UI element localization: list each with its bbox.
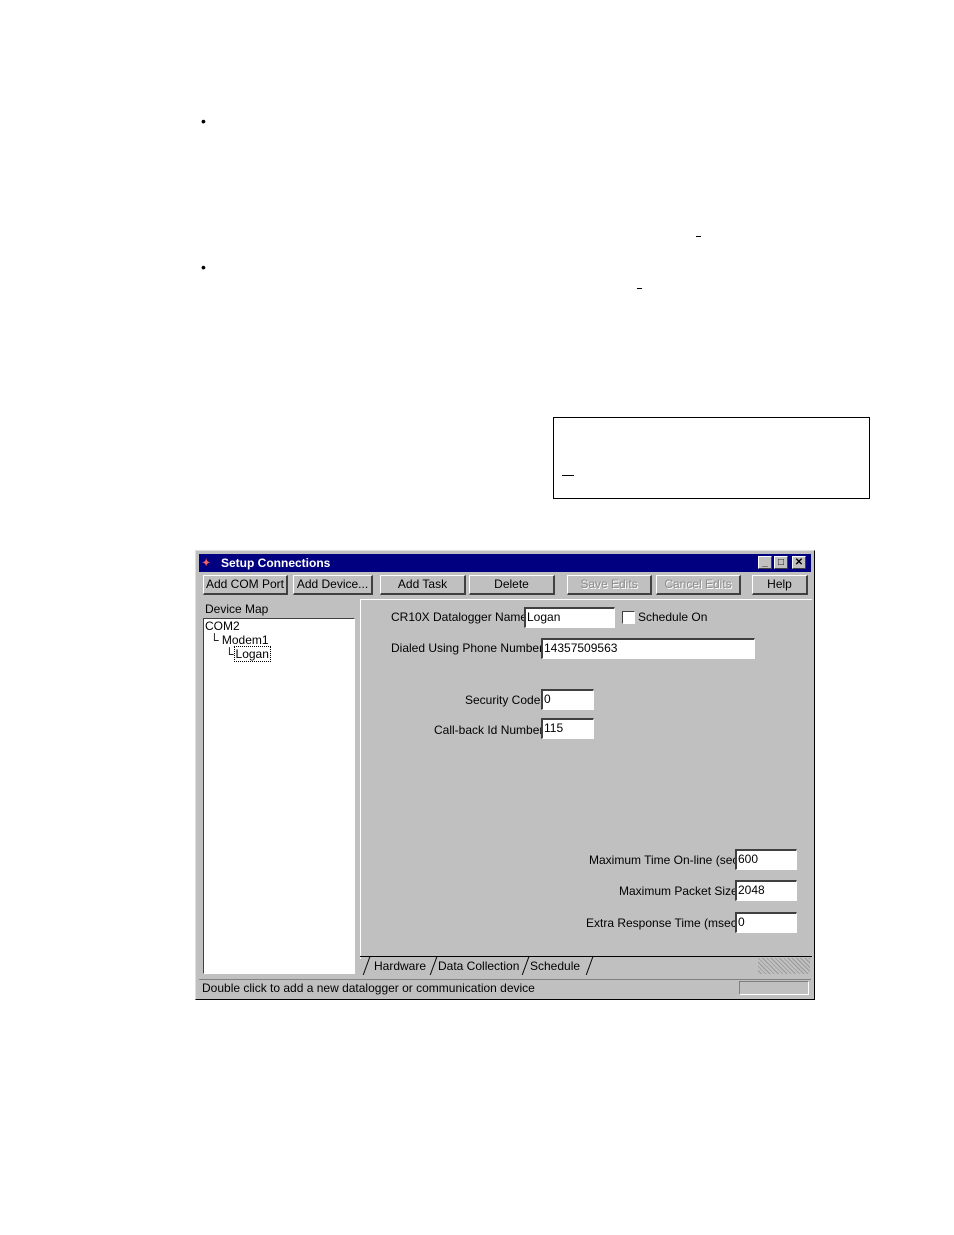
status-pane — [739, 981, 809, 995]
title-bar[interactable]: ✦ Setup Connections _ □ ✕ — [199, 554, 811, 572]
device-map-tree[interactable]: COM2 └ Modem1 └ Logan — [203, 618, 355, 974]
status-bar: Double click to add a new datalogger or … — [199, 979, 811, 996]
callback-id-field[interactable]: 115 — [541, 718, 594, 739]
tab-divider — [585, 957, 594, 975]
security-code-label: Security Code: — [465, 693, 544, 707]
tab-hardware[interactable]: Hardware — [374, 959, 426, 974]
tree-item-logan[interactable]: └ Logan — [225, 646, 271, 662]
bullet-2: • — [201, 259, 206, 275]
note-box — [553, 417, 870, 499]
security-code-field[interactable]: 0 — [541, 689, 594, 710]
tree-connector-icon: └ — [210, 633, 222, 647]
app-icon: ✦ — [202, 558, 211, 569]
tree-item-com2[interactable]: COM2 — [205, 619, 240, 633]
extra-response-time-field[interactable]: 0 — [735, 912, 797, 933]
schedule-on-checkbox[interactable] — [622, 611, 635, 624]
status-text: Double click to add a new datalogger or … — [202, 981, 535, 995]
max-time-online-label: Maximum Time On-line (sec): — [589, 853, 746, 867]
max-time-online-field[interactable]: 600 — [735, 849, 797, 870]
maximize-button[interactable]: □ — [774, 556, 788, 569]
bullet-1: • — [201, 113, 206, 129]
tree-connector-icon: └ — [225, 647, 234, 661]
underline-mark-1 — [696, 236, 701, 237]
tree-item-logan-label: Logan — [233, 646, 271, 662]
cancel-edits-button[interactable]: Cancel Edits — [656, 575, 741, 595]
datalogger-name-field[interactable]: Logan — [524, 607, 615, 628]
underline-mark-2 — [637, 288, 642, 289]
window-title: Setup Connections — [221, 556, 331, 570]
tree-item-com2-label: COM2 — [205, 619, 240, 633]
tab-divider — [429, 957, 438, 975]
close-button[interactable]: ✕ — [792, 556, 806, 569]
minimize-button[interactable]: _ — [758, 556, 772, 569]
tab-divider — [521, 957, 530, 975]
phone-number-label: Dialed Using Phone Number: — [391, 641, 547, 655]
device-map-heading: Device Map — [205, 602, 269, 616]
note-underline — [562, 475, 574, 476]
save-edits-button[interactable]: Save Edits — [567, 575, 652, 595]
delete-button[interactable]: Delete — [469, 575, 555, 595]
add-task-button[interactable]: Add Task — [380, 575, 466, 595]
tab-divider — [362, 957, 371, 975]
max-packet-size-field[interactable]: 2048 — [735, 880, 797, 901]
add-device-button[interactable]: Add Device... — [293, 575, 373, 595]
schedule-on-label: Schedule On — [638, 610, 708, 624]
callback-id-label: Call-back Id Number: — [434, 723, 547, 737]
datalogger-name-label: CR10X Datalogger Name: — [391, 610, 531, 624]
extra-response-time-label: Extra Response Time (msec): — [586, 916, 745, 930]
add-com-port-button[interactable]: Add COM Port — [203, 575, 288, 595]
tab-strip-fill — [758, 958, 810, 974]
setup-connections-window: ✦ Setup Connections _ □ ✕ Add COM Port A… — [195, 550, 815, 1000]
hardware-tab-panel: CR10X Datalogger Name: Logan Schedule On… — [360, 599, 812, 959]
help-button[interactable]: Help — [752, 575, 808, 595]
max-packet-size-label: Maximum Packet Size: — [619, 884, 742, 898]
tree-item-modem1-label: Modem1 — [221, 633, 269, 647]
tab-data-collection[interactable]: Data Collection — [438, 959, 519, 974]
tree-item-modem1[interactable]: └ Modem1 — [210, 633, 269, 647]
tab-strip: Hardware Data Collection Schedule — [360, 956, 812, 977]
tab-schedule[interactable]: Schedule — [530, 959, 580, 974]
phone-number-field[interactable]: 14357509563 — [541, 638, 755, 659]
